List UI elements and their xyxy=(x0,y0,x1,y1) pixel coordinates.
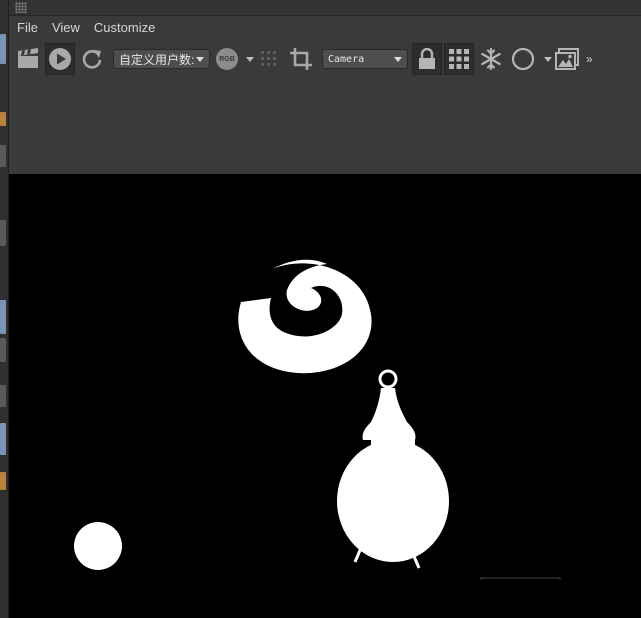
menu-view[interactable]: View xyxy=(52,16,80,40)
side-tab[interactable] xyxy=(0,300,6,334)
render-button[interactable] xyxy=(45,43,75,75)
ring-handle xyxy=(378,369,398,389)
image-icon xyxy=(555,48,579,70)
region-marker xyxy=(480,577,561,580)
chevron-down-icon xyxy=(196,56,204,62)
user-preset-dropdown[interactable]: 自定义用户数: xyxy=(113,49,210,69)
toolbar: 自定义用户数: RGB Camera » xyxy=(9,40,641,78)
side-tab[interactable] xyxy=(0,338,6,362)
crop-icon xyxy=(290,48,312,70)
dot-grid-icon xyxy=(261,51,276,66)
render-options-area xyxy=(9,78,641,174)
region-grid-button[interactable] xyxy=(444,43,474,75)
side-panel-strip xyxy=(0,0,9,618)
ball-shape xyxy=(74,522,122,570)
rgb-label: RGB xyxy=(219,55,235,63)
play-icon xyxy=(49,48,71,70)
lock-icon xyxy=(419,48,435,69)
side-tab[interactable] xyxy=(0,112,6,126)
menu-file[interactable]: File xyxy=(17,16,38,40)
side-tab[interactable] xyxy=(0,145,6,167)
user-preset-value: 自定义用户数: xyxy=(119,52,195,67)
title-bar[interactable] xyxy=(9,0,641,16)
menubar: File View Customize xyxy=(9,16,641,40)
ring-shape xyxy=(238,259,372,374)
side-tab[interactable] xyxy=(0,423,6,455)
side-tab[interactable] xyxy=(0,472,6,490)
circle-button[interactable] xyxy=(508,43,538,75)
camera-value: Camera xyxy=(328,53,365,65)
side-tab[interactable] xyxy=(0,385,6,407)
lantern-neck xyxy=(371,438,415,446)
refresh-icon xyxy=(82,50,102,69)
channel-button[interactable]: RGB xyxy=(214,43,240,75)
camera-dropdown[interactable]: Camera xyxy=(322,49,408,69)
chevron-down-icon xyxy=(394,56,402,62)
toolbar-overflow-icon[interactable]: » xyxy=(586,52,593,66)
mask-render xyxy=(74,259,561,580)
snowflake-icon xyxy=(481,48,501,70)
circle-dropdown-caret[interactable] xyxy=(544,56,552,62)
rgb-icon: RGB xyxy=(216,48,238,70)
render-setup-button[interactable] xyxy=(13,43,43,75)
side-tab[interactable] xyxy=(0,34,6,64)
drag-grip-icon[interactable] xyxy=(15,2,27,13)
lock-button[interactable] xyxy=(412,43,442,75)
bell-shape xyxy=(362,388,416,440)
image-button[interactable] xyxy=(552,43,582,75)
render-viewport[interactable] xyxy=(9,174,641,618)
freeze-button[interactable] xyxy=(476,43,506,75)
crop-button[interactable] xyxy=(286,43,316,75)
rerender-button[interactable] xyxy=(77,43,107,75)
lantern-body xyxy=(337,440,449,562)
menu-customize[interactable]: Customize xyxy=(94,16,155,40)
dot-grid-button[interactable] xyxy=(254,43,284,75)
channel-dropdown-caret[interactable] xyxy=(246,56,254,62)
circle-icon xyxy=(511,47,535,71)
clapper-icon xyxy=(18,48,38,68)
grid-icon xyxy=(449,49,469,69)
side-tab[interactable] xyxy=(0,220,6,246)
render-window: File View Customize 自定义用户数: RGB Camera » xyxy=(0,0,641,618)
lantern-leg xyxy=(353,547,363,563)
